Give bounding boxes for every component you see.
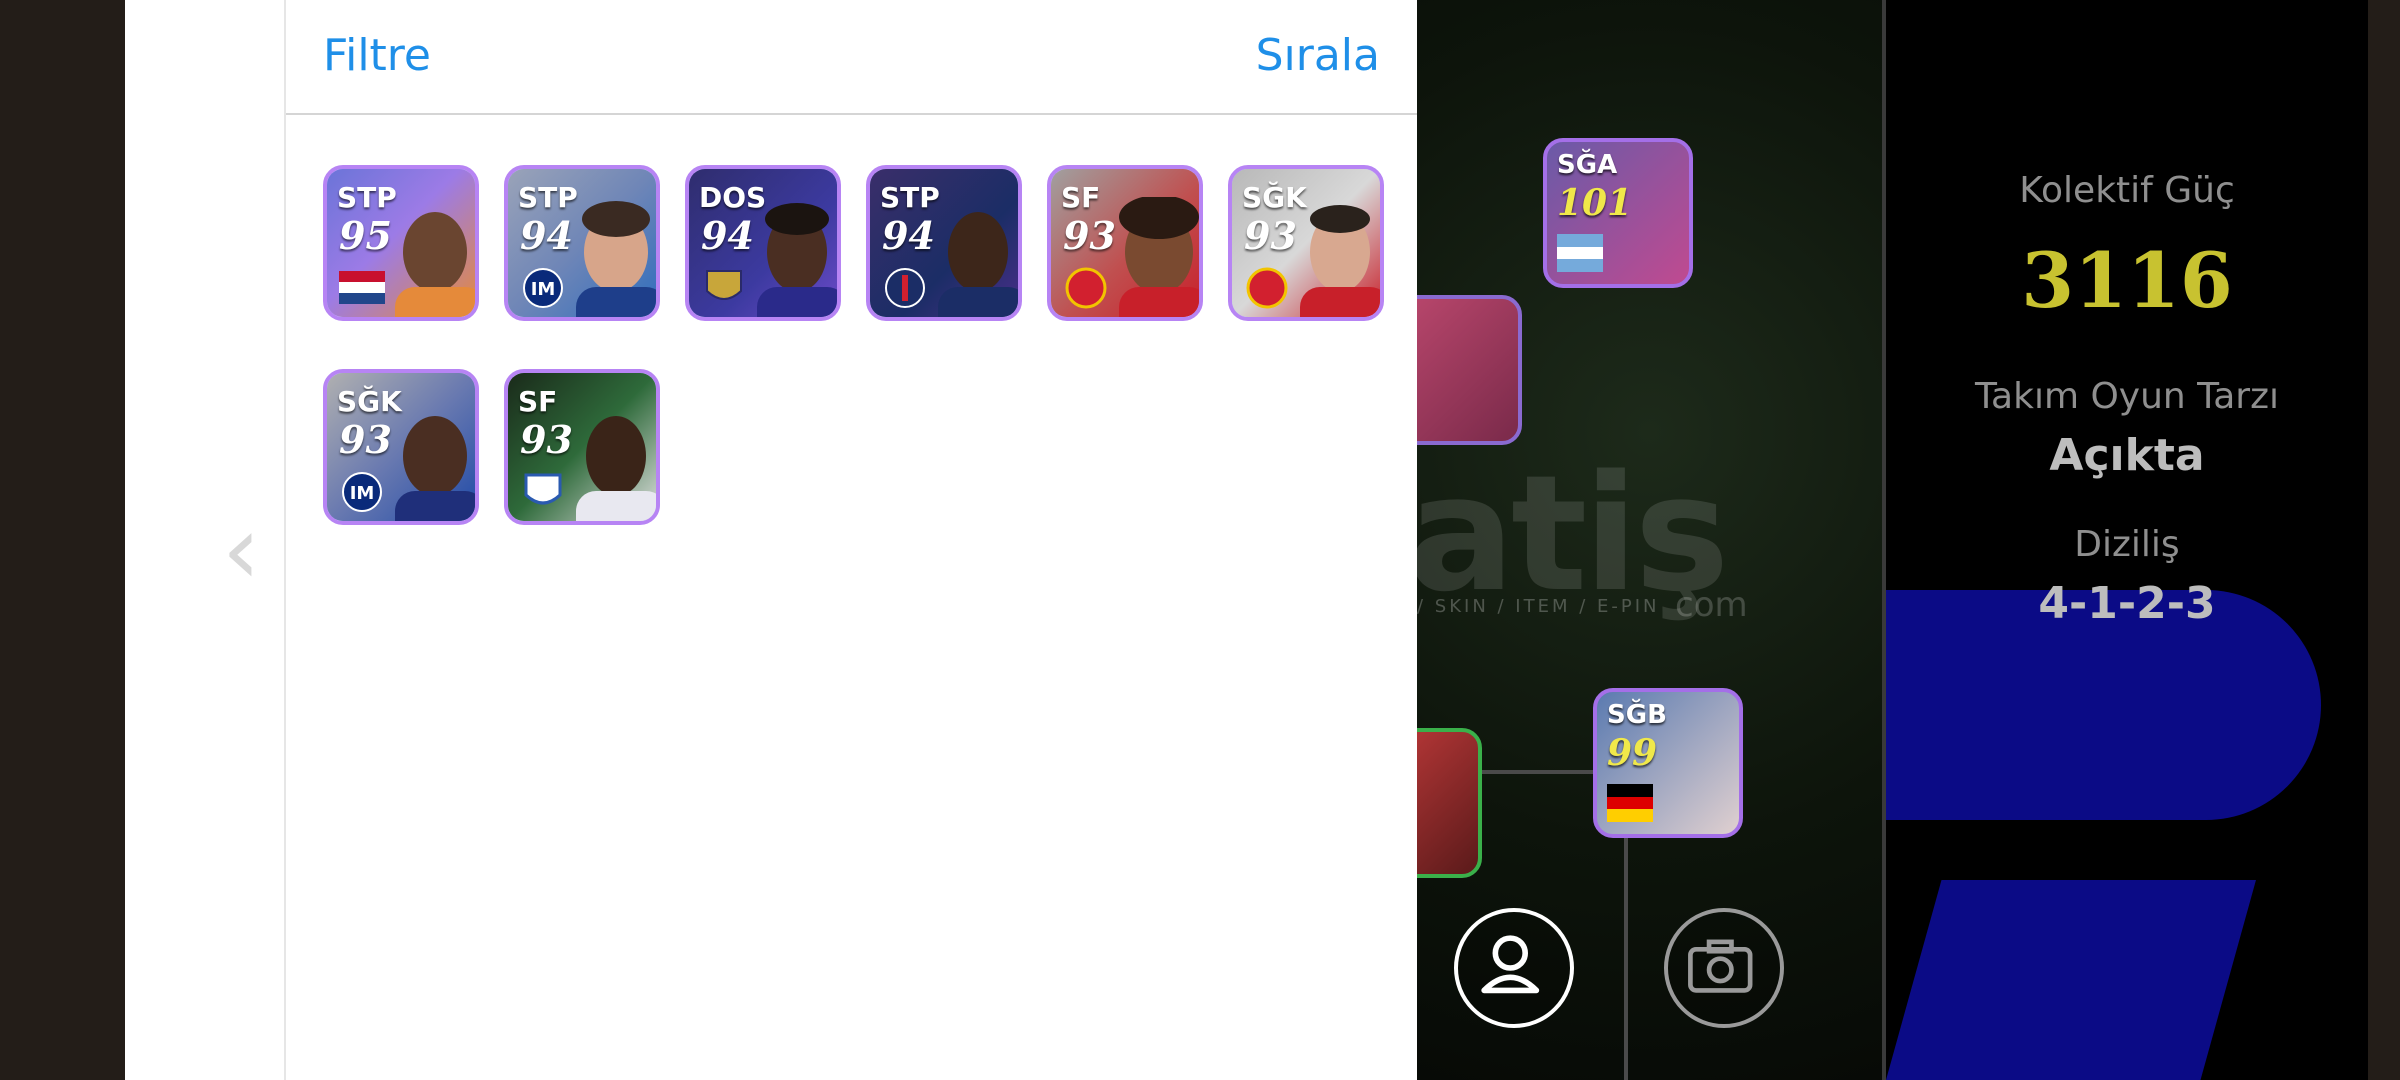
formation-value: 4-1-2-3 xyxy=(2038,578,2216,629)
card-position: SĞB xyxy=(1607,700,1667,730)
formation-label: Diziliş xyxy=(2074,524,2180,565)
card-position: SĞA xyxy=(1557,150,1618,180)
svg-text:IM: IM xyxy=(531,279,556,300)
player-card-partial[interactable] xyxy=(1417,295,1522,445)
card-position: SF xyxy=(1061,181,1101,214)
netherlands-flag-icon xyxy=(339,271,385,304)
inter-crest-icon: IM xyxy=(342,472,382,512)
card-rating: 93 xyxy=(1063,213,1116,258)
sheet-header: Filtre Sırala xyxy=(286,0,1417,115)
card-position: STP xyxy=(518,181,578,214)
player-card[interactable]: STP 94 IM xyxy=(504,165,660,321)
psg-crest-icon xyxy=(885,268,925,308)
card-position: STP xyxy=(337,181,397,214)
player-card[interactable]: STP 95 xyxy=(323,165,479,321)
playstyle-value: Açıkta xyxy=(2049,430,2205,481)
card-rating: 93 xyxy=(1244,213,1297,258)
player-picker-sheet: Filtre Sırala STP 95 STP 94 IM DOS 94 ST… xyxy=(284,0,1417,1080)
card-rating: 99 xyxy=(1607,732,1658,774)
card-position: SF xyxy=(518,385,558,418)
card-rating: 95 xyxy=(339,213,392,258)
watermark-domain: com xyxy=(1675,585,1748,625)
card-position: SĞK xyxy=(337,385,402,418)
watermark-subtext: / SKIN / ITEM / E-PIN xyxy=(1417,596,1660,617)
playstyle-label: Takım Oyun Tarzı xyxy=(1975,376,2279,417)
argentina-flag-icon xyxy=(1557,234,1603,272)
manchester-united-crest-icon xyxy=(1065,267,1107,309)
manchester-united-crest-icon xyxy=(1246,267,1288,309)
team-stats-panel: Kolektif Güç 3116 Takım Oyun Tarzı Açıkt… xyxy=(1882,0,2368,1080)
card-rating: 94 xyxy=(701,213,754,258)
player-card-partial[interactable] xyxy=(1417,728,1482,878)
camera-icon xyxy=(1688,939,1753,993)
player-card[interactable]: SF 93 xyxy=(1047,165,1203,321)
inter-crest-icon: IM xyxy=(523,268,563,308)
field-player-card[interactable]: SĞA 101 xyxy=(1543,138,1693,288)
player-card[interactable]: SĞK 93 IM xyxy=(323,369,479,525)
team-strength-value: 3116 xyxy=(2021,236,2233,325)
team-strength-label: Kolektif Güç xyxy=(2019,170,2235,211)
player-card[interactable]: STP 94 xyxy=(866,165,1022,321)
field-player-card[interactable]: SĞB 99 xyxy=(1593,688,1743,838)
germany-flag-icon xyxy=(1607,784,1653,822)
player-card[interactable]: DOS 94 xyxy=(685,165,841,321)
player-profile-button[interactable] xyxy=(1454,908,1574,1028)
formation-field: atiş / SKIN / ITEM / E-PIN com SĞA 101 S… xyxy=(1417,0,1882,1080)
card-position: DOS xyxy=(699,181,767,214)
player-card[interactable]: SF 93 xyxy=(504,369,660,525)
card-rating: 101 xyxy=(1557,182,1633,224)
screen: ‹ Filtre Sırala STP 95 STP 94 IM DOS 94 … xyxy=(0,0,2400,1080)
decorative-shape xyxy=(1886,880,2256,1080)
sort-button[interactable]: Sırala xyxy=(1256,30,1380,81)
card-position: SĞK xyxy=(1242,181,1307,214)
player-card[interactable]: SĞK 93 xyxy=(1228,165,1384,321)
person-icon xyxy=(1481,935,1540,994)
club-crest-icon xyxy=(706,270,742,300)
card-rating: 93 xyxy=(339,417,392,462)
screenshot-button[interactable] xyxy=(1664,908,1784,1028)
card-rating: 94 xyxy=(520,213,573,258)
card-rating: 93 xyxy=(520,417,573,462)
svg-text:IM: IM xyxy=(350,483,375,504)
filter-button[interactable]: Filtre xyxy=(323,30,431,81)
back-chevron-icon[interactable]: ‹ xyxy=(222,500,272,600)
card-rating: 94 xyxy=(882,213,935,258)
club-crest-icon xyxy=(524,473,562,505)
card-position: STP xyxy=(880,181,940,214)
